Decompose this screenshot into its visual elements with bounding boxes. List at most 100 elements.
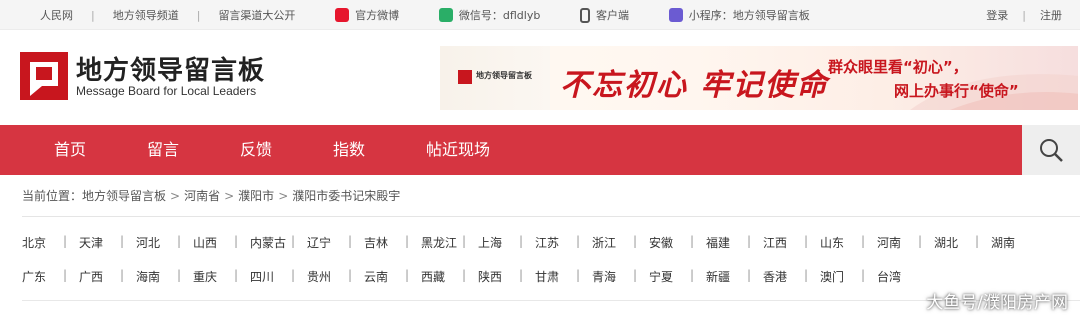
region-link[interactable]: 湖南 <box>991 234 1032 251</box>
region-link[interactable]: 安徽 <box>649 234 690 251</box>
link-people-daily-label: 人民网 <box>40 9 73 22</box>
region-link[interactable]: 北京 <box>22 234 63 251</box>
region-separator: | <box>234 268 239 282</box>
search-icon <box>1040 139 1063 162</box>
region-separator: | <box>519 234 524 248</box>
phone-icon <box>580 7 591 23</box>
nav-item-index[interactable]: 指数 <box>333 125 365 175</box>
site-logo-icon[interactable] <box>20 52 68 100</box>
main-nav: 首页 留言 反馈 指数 帖近现场 <box>0 125 1080 175</box>
region-link[interactable]: 河北 <box>136 234 177 251</box>
region-link[interactable]: 陕西 <box>478 268 519 285</box>
region-link[interactable]: 江西 <box>763 234 804 251</box>
nav-item-on-site[interactable]: 帖近现场 <box>426 125 490 175</box>
nav-item-messages[interactable]: 留言 <box>147 125 179 175</box>
region-link[interactable]: 上海 <box>478 234 519 251</box>
region-link[interactable]: 西藏 <box>421 268 462 285</box>
mini-program-icon <box>668 8 683 22</box>
region-link[interactable]: 浙江 <box>592 234 633 251</box>
region-link[interactable]: 湖北 <box>934 234 975 251</box>
region-link[interactable]: 宁夏 <box>649 268 690 285</box>
region-separator: | <box>747 234 752 248</box>
link-client-label: 客户端 <box>596 9 630 22</box>
weibo-icon <box>335 8 350 22</box>
separator: | <box>91 8 95 22</box>
region-separator: | <box>861 234 866 248</box>
breadcrumb-item-province[interactable]: 河南省 <box>184 187 220 204</box>
site-title[interactable]: 地方领导留言板 <box>76 50 265 87</box>
register-link[interactable]: 注册 <box>1040 7 1062 23</box>
region-link[interactable]: 青海 <box>592 268 633 285</box>
campaign-banner[interactable]: 地方领导留言板 不忘初心 牢记使命 群众眼里看“初心”， 网上办事行“使命” <box>440 46 1078 110</box>
link-local-leaders-channel[interactable]: 地方领导频道 <box>113 7 179 23</box>
link-people-daily[interactable]: 人民网 <box>40 7 73 23</box>
region-link[interactable]: 山东 <box>820 234 861 251</box>
region-link[interactable]: 台湾 <box>877 268 918 285</box>
region-separator: | <box>975 234 980 248</box>
breadcrumb-separator: > <box>278 188 289 203</box>
separator: | <box>196 8 201 22</box>
region-separator: | <box>576 234 581 248</box>
link-wechat[interactable]: 微信号：dfldlyb <box>438 7 541 23</box>
link-client-app[interactable]: 客户端 <box>580 7 629 23</box>
region-separator: | <box>177 268 182 282</box>
region-link[interactable]: 广西 <box>79 268 120 285</box>
link-official-weibo[interactable]: 官方微博 <box>335 7 399 23</box>
region-link[interactable]: 甘肃 <box>535 268 576 285</box>
auth-links: 登录 | 注册 <box>986 0 1062 30</box>
region-link[interactable]: 山西 <box>193 234 234 251</box>
nav-item-home[interactable]: 首页 <box>54 125 86 175</box>
region-row-2: 广东 | 广西 | 海南 | 重庆 | 四川 | 贵州 | 云南 | 西藏 | 陕西 | 甘肃 | 青海 | 宁夏 | 新疆 | 香… <box>22 268 918 285</box>
region-separator: | <box>63 234 68 248</box>
region-link[interactable]: 内蒙古 <box>250 234 291 251</box>
breadcrumb-item-leader[interactable]: 濮阳市委书记宋殿宇 <box>292 187 400 204</box>
link-mini-program-label: 小程序：地方领导留言板 <box>688 9 810 22</box>
breadcrumb-separator: > <box>224 188 235 203</box>
region-separator: | <box>291 234 296 248</box>
watermark-text: 大鱼号/濮阳房产网 <box>926 293 1068 313</box>
breadcrumb-prefix: 当前位置： <box>22 189 83 203</box>
region-link[interactable]: 新疆 <box>706 268 747 285</box>
link-message-channels[interactable]: 留言渠道大公开 <box>218 7 295 23</box>
region-link[interactable]: 河南 <box>877 234 918 251</box>
region-link[interactable]: 重庆 <box>193 268 234 285</box>
region-link[interactable]: 四川 <box>250 268 291 285</box>
breadcrumb-item-city[interactable]: 濮阳市 <box>238 187 274 204</box>
banner-calligraphy-slogan: 不忘初心 牢记使命 <box>560 68 829 103</box>
divider <box>22 300 1080 301</box>
breadcrumb-item-home[interactable]: 地方领导留言板 <box>82 187 166 204</box>
banner-slogan-line1: 群众眼里看“初心”， <box>828 58 968 76</box>
region-link[interactable]: 吉林 <box>364 234 405 251</box>
link-wechat-label: 微信号：dfldlyb <box>458 9 541 22</box>
region-link[interactable]: 黑龙江 <box>421 234 462 251</box>
link-mini-program[interactable]: 小程序：地方领导留言板 <box>668 7 810 23</box>
top-links: 人民网 | 地方领导频道 | 留言渠道大公开 | 官方微博 | 微信号：dfld… <box>40 0 810 30</box>
search-button[interactable] <box>1022 125 1080 175</box>
region-separator: | <box>405 268 410 282</box>
region-link[interactable]: 天津 <box>79 234 120 251</box>
region-link[interactable]: 福建 <box>706 234 747 251</box>
region-link[interactable]: 江苏 <box>535 234 576 251</box>
region-link[interactable]: 云南 <box>364 268 405 285</box>
region-link[interactable]: 广东 <box>22 268 63 285</box>
region-link[interactable]: 澳门 <box>820 268 861 285</box>
region-separator: | <box>519 268 524 282</box>
region-separator: | <box>576 268 581 282</box>
region-separator: | <box>633 268 638 282</box>
region-separator: | <box>462 268 467 282</box>
region-link[interactable]: 贵州 <box>307 268 348 285</box>
login-link[interactable]: 登录 <box>986 7 1008 23</box>
region-link[interactable]: 辽宁 <box>307 234 348 251</box>
breadcrumb: 当前位置： 地方领导留言板 > 河南省 > 濮阳市 > 濮阳市委书记宋殿宇 <box>22 187 400 204</box>
region-separator: | <box>348 234 353 248</box>
divider <box>22 216 1080 217</box>
site-subtitle: Message Board for Local Leaders <box>76 84 257 98</box>
region-link[interactable]: 香港 <box>763 268 804 285</box>
region-separator: | <box>234 234 239 248</box>
link-channel-label: 地方领导频道 <box>112 9 179 22</box>
region-separator: | <box>633 234 638 248</box>
region-separator: | <box>63 268 68 282</box>
region-link[interactable]: 海南 <box>136 268 177 285</box>
nav-item-feedback[interactable]: 反馈 <box>240 125 272 175</box>
link-weibo-label: 官方微博 <box>355 9 400 22</box>
